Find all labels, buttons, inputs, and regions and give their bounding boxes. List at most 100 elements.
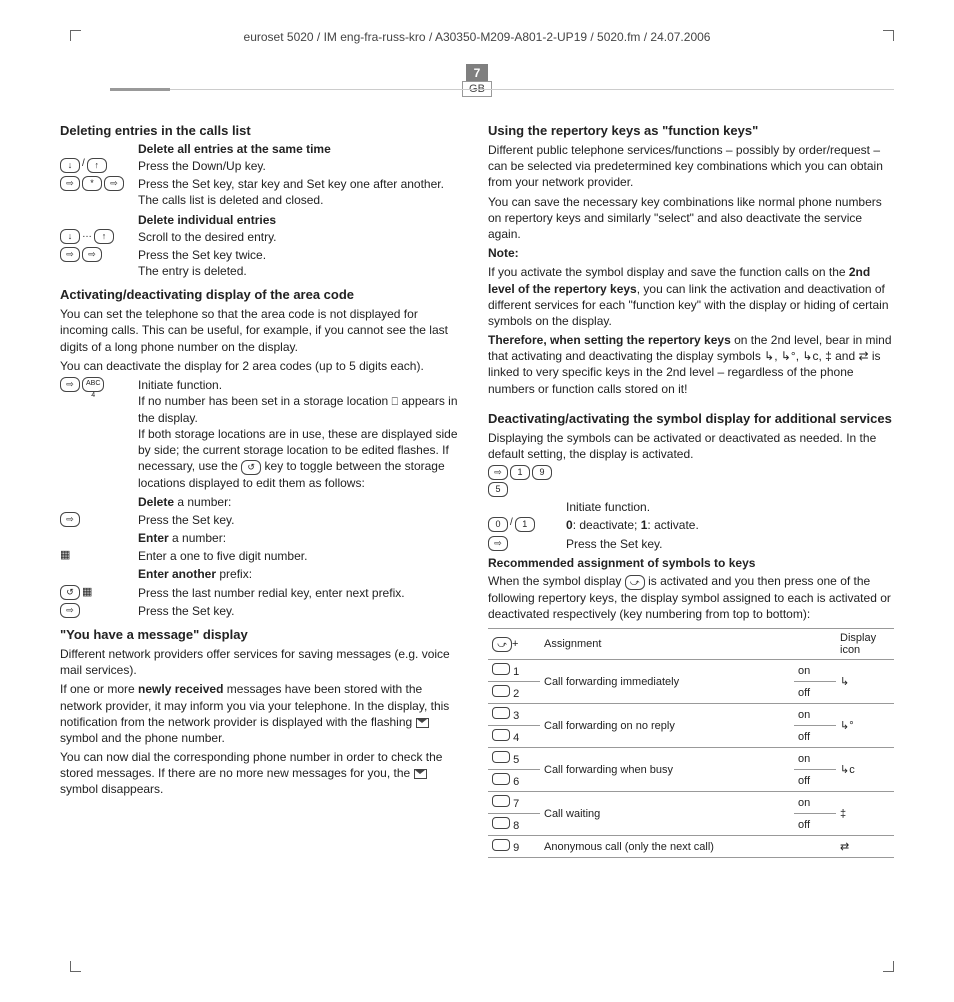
cell: Call forwarding when busy (540, 748, 794, 792)
text: Scroll to the desired entry. (138, 229, 466, 245)
key-1-icon: 1 (510, 465, 530, 480)
cell: off (794, 682, 836, 704)
text: Press the Set key. (138, 512, 466, 528)
text: a number: (174, 495, 231, 509)
cell: off (794, 814, 836, 836)
star-key-icon: * (82, 176, 102, 191)
text: If you activate the symbol display and s… (488, 264, 894, 329)
cell: ↳° (836, 704, 894, 748)
key-0-icon: 0 (488, 517, 508, 532)
cell: ⇄ (836, 836, 894, 858)
text: Press the last number redial key, enter … (138, 585, 466, 601)
text: a number: (169, 531, 226, 545)
text: When the symbol display ⤻ is activated a… (488, 573, 894, 622)
numpad-icon: ▦ (82, 585, 92, 600)
repertory-key-icon (492, 663, 510, 675)
envelope-icon (416, 718, 429, 728)
column-header: Assignment (540, 629, 836, 660)
key-1-icon: 1 (515, 517, 535, 532)
text: Press the Set key. (566, 536, 894, 552)
text: The entry is deleted. (138, 264, 247, 278)
right-column: Using the repertory keys as "function ke… (488, 115, 894, 858)
set-key-icon: ⇨ (488, 536, 508, 551)
cell: ↳ᴄ (836, 748, 894, 792)
assignment-table: ⤻+ Assignment Display icon 1Call forward… (488, 628, 894, 858)
note-label: Note: (488, 246, 519, 260)
shift-key-icon: ⤻ (492, 637, 512, 652)
repertory-key-icon (492, 685, 510, 697)
cell: off (794, 770, 836, 792)
text: You can save the necessary key combinati… (488, 194, 894, 243)
cell: on (794, 792, 836, 814)
text: Therefore, when setting the repertory ke… (488, 332, 894, 397)
text: Press the Set key twice. (138, 248, 266, 262)
doc-header: euroset 5020 / IM eng-fra-russ-kro / A30… (60, 30, 894, 44)
repertory-key-icon (492, 839, 510, 851)
cell: on (794, 660, 836, 682)
subheading-delete-all: Delete all entries at the same time (60, 142, 466, 156)
down-key-icon: ↓ (60, 158, 80, 173)
set-key-icon: ⇨ (82, 247, 102, 262)
label-enter-another: Enter another (138, 567, 216, 581)
text: You can deactivate the display for 2 are… (60, 358, 466, 374)
text: If one or more newly received messages h… (60, 681, 466, 746)
repertory-key-icon (492, 817, 510, 829)
shift-key-icon: ⤻ (625, 575, 645, 590)
text: Press the Set key. (138, 603, 466, 619)
text: + (512, 638, 518, 650)
up-key-icon: ↑ (94, 229, 114, 244)
heading-repertory: Using the repertory keys as "function ke… (488, 123, 894, 138)
cell: ‡ (836, 792, 894, 836)
cell: off (794, 726, 836, 748)
cell: Call forwarding immediately (540, 660, 794, 704)
key-5-icon: 5 (488, 482, 508, 497)
label-enter: Enter (138, 531, 169, 545)
up-key-icon: ↑ (87, 158, 107, 173)
cell: on (794, 748, 836, 770)
text: You can now dial the corresponding phone… (60, 749, 466, 798)
heading-message: "You have a message" display (60, 627, 466, 642)
text: Enter a one to five digit number. (138, 548, 466, 564)
heading-area-code: Activating/deactivating display of the a… (60, 287, 466, 302)
cell: Call waiting (540, 792, 794, 836)
text: Different public telephone services/func… (488, 142, 894, 191)
subheading-recommended: Recommended assignment of symbols to key… (488, 556, 894, 570)
text: You can set the telephone so that the ar… (60, 306, 466, 355)
heading-deleting: Deleting entries in the calls list (60, 123, 466, 138)
key-4-icon: ABC4 (82, 377, 104, 392)
down-key-icon: ↓ (60, 229, 80, 244)
text: Different network providers offer servic… (60, 646, 466, 678)
column-header: Display icon (836, 629, 894, 660)
set-key-icon: ⇨ (488, 465, 508, 480)
redial-key-icon: ↺ (241, 460, 261, 475)
cell: Call forwarding on no reply (540, 704, 794, 748)
text: Displaying the symbols can be activated … (488, 430, 894, 462)
redial-key-icon: ↺ (60, 585, 80, 600)
repertory-key-icon (492, 795, 510, 807)
set-key-icon: ⇨ (60, 603, 80, 618)
cell: on (794, 704, 836, 726)
text: Initiate function. (566, 499, 894, 515)
label-delete: Delete (138, 495, 174, 509)
text: Press the Set key, star key and Set key … (138, 177, 444, 191)
divider: 7 GB (60, 64, 894, 105)
repertory-key-icon (492, 707, 510, 719)
text: If no number has been set in a storage l… (138, 394, 388, 408)
text: The calls list is deleted and closed. (138, 193, 323, 207)
repertory-key-icon (492, 751, 510, 763)
set-key-icon: ⇨ (104, 176, 124, 191)
page-number: 7 (466, 64, 489, 82)
text: 0: deactivate; 1: activate. (566, 517, 894, 533)
repertory-key-icon (492, 773, 510, 785)
set-key-icon: ⇨ (60, 512, 80, 527)
repertory-key-icon (492, 729, 510, 741)
envelope-icon (414, 769, 427, 779)
placeholder-icon: ⎕ (392, 396, 399, 408)
key-9-icon: 9 (532, 465, 552, 480)
heading-symbol-display: Deactivating/activating the symbol displ… (488, 411, 894, 426)
numpad-icon: ▦ (60, 548, 70, 561)
text: Initiate function. (138, 378, 222, 392)
subheading-delete-individual: Delete individual entries (60, 213, 466, 227)
cell: Anonymous call (only the next call) (540, 836, 836, 858)
cell: ↳ (836, 660, 894, 704)
